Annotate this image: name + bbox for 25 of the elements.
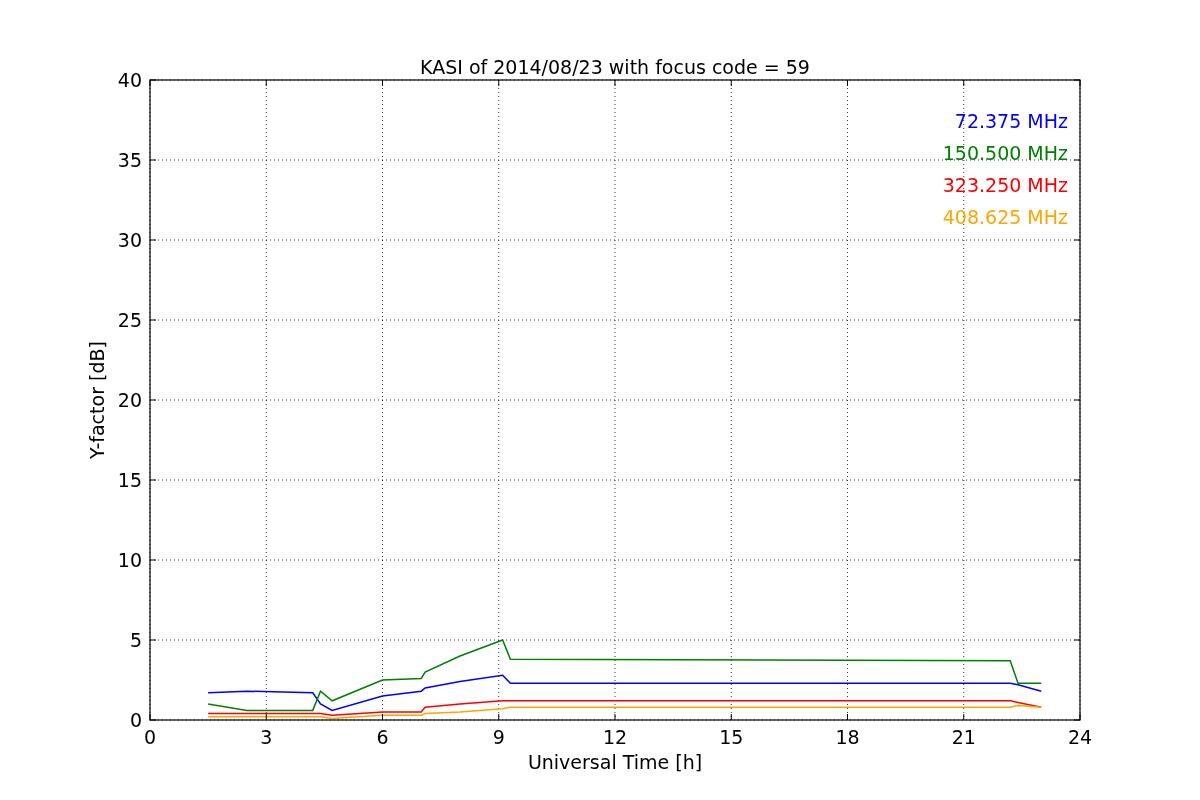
- legend-label: 72.375 MHz: [954, 110, 1068, 132]
- y-axis-label: Y-factor [dB]: [86, 341, 108, 459]
- x-tick-label: 12: [602, 726, 628, 748]
- legend-label: 323.250 MHz: [942, 174, 1068, 196]
- x-tick-label: 0: [143, 726, 157, 748]
- x-tick-label: 24: [1067, 726, 1093, 748]
- x-tick-label: 18: [835, 726, 860, 748]
- x-tick-label: 3: [260, 726, 273, 748]
- legend-label: 150.500 MHz: [942, 142, 1068, 164]
- y-tick-label: 0: [129, 709, 142, 731]
- y-tick-label: 35: [117, 149, 142, 171]
- y-tick-label: 20: [117, 389, 142, 411]
- y-tick-label: 30: [117, 229, 142, 251]
- x-tick-label: 9: [492, 726, 505, 748]
- y-tick-label: 25: [117, 309, 142, 331]
- y-tick-label: 10: [117, 549, 142, 571]
- x-tick-label: 15: [719, 726, 744, 748]
- x-axis-label: Universal Time [h]: [527, 751, 703, 773]
- x-tick-label: 6: [376, 726, 389, 748]
- y-tick-label: 15: [117, 469, 142, 491]
- chart-title: KASI of 2014/08/23 with focus code = 59: [420, 56, 810, 78]
- y-tick-label: 5: [129, 629, 142, 651]
- y-tick-label: 40: [117, 69, 142, 91]
- x-tick-label: 21: [951, 726, 976, 748]
- legend-label: 408.625 MHz: [942, 206, 1068, 228]
